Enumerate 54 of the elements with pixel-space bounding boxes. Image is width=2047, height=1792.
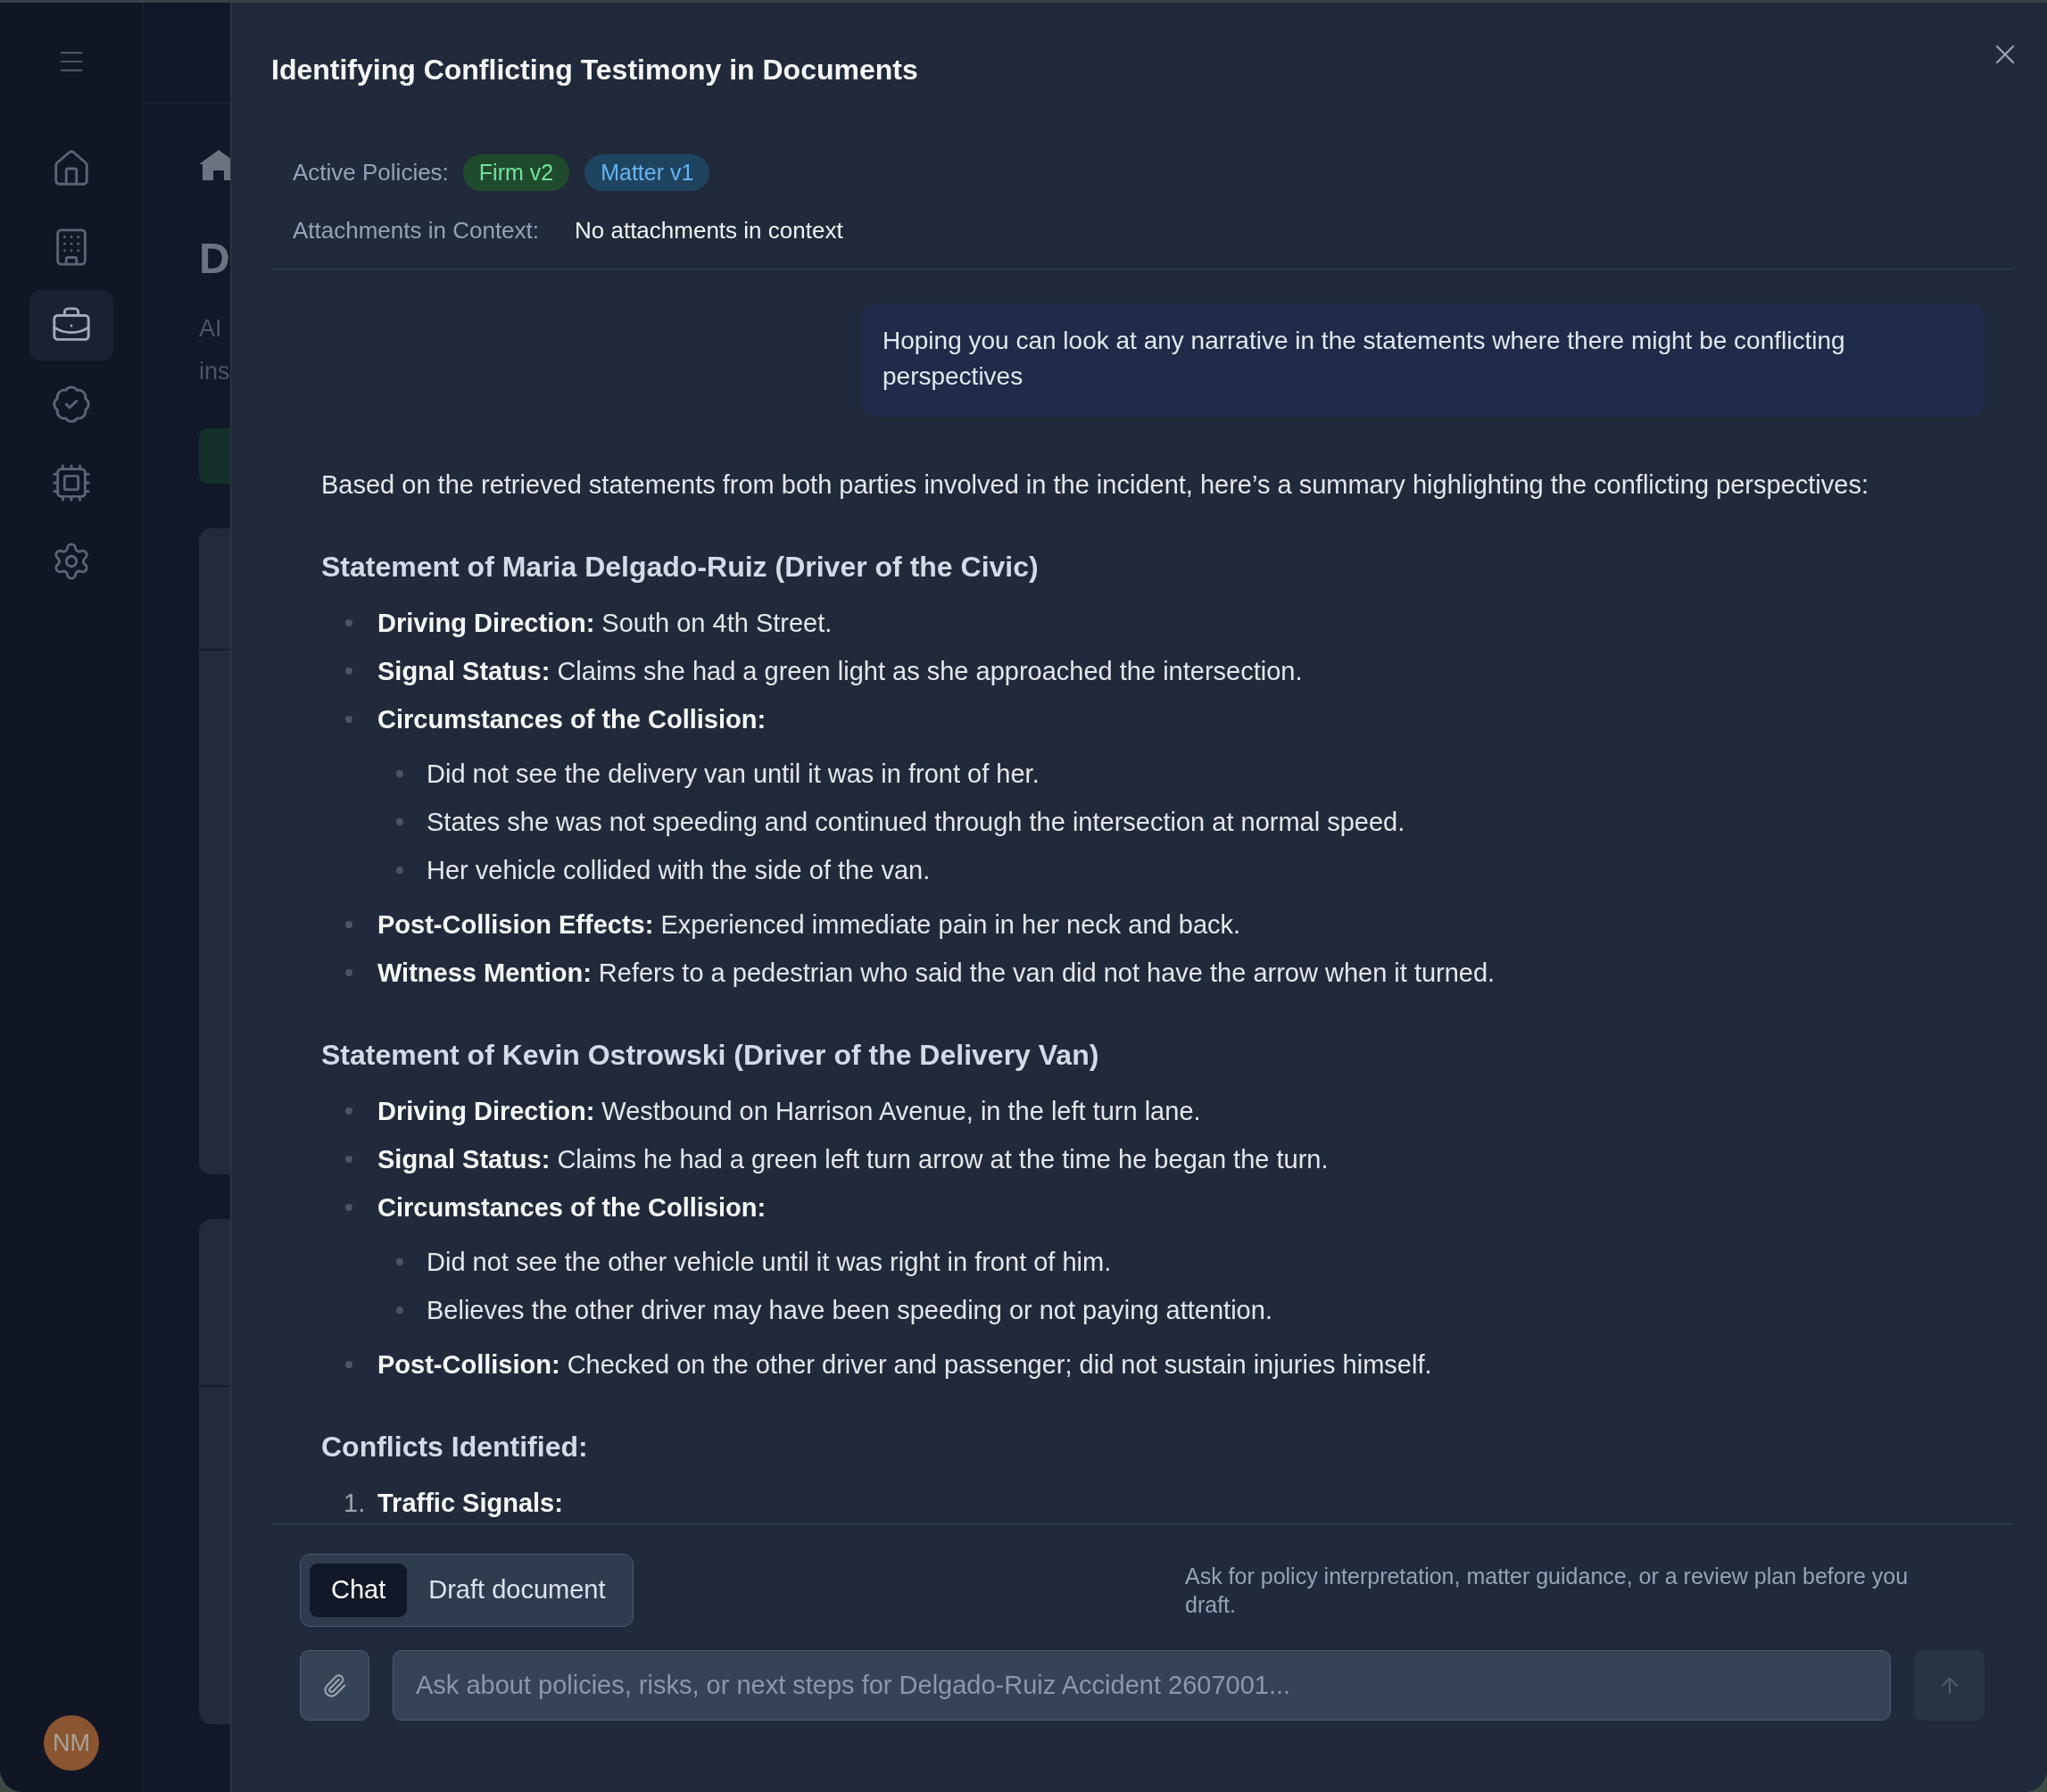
bullet-icon xyxy=(345,1156,352,1163)
list-item-text: Did not see the other vehicle until it was right in front of him. xyxy=(427,1247,1112,1278)
bullet-icon xyxy=(345,716,352,723)
list-item-text: Circumstances of the Collision: xyxy=(377,704,767,735)
bullet-icon xyxy=(345,1204,352,1211)
bullet-icon xyxy=(345,619,352,626)
list-item-text: Traffic Signals: xyxy=(377,1488,563,1519)
sidebar-item[interactable] xyxy=(29,290,113,361)
bullet-icon xyxy=(345,969,352,976)
bullet-icon xyxy=(345,1108,352,1115)
attachments-label: Attachments in Context: xyxy=(293,215,541,245)
bullet-icon xyxy=(396,1307,403,1314)
list-number: 1. xyxy=(344,1488,365,1519)
page-subtitle: AI xyxy=(199,314,222,344)
attach-button[interactable] xyxy=(300,1650,369,1721)
bullet-icon xyxy=(345,921,352,928)
policy-tag: Matter v1 xyxy=(584,154,710,191)
list-item-text: Driving Direction: South on 4th Street. xyxy=(377,608,833,639)
list-item-text: Driving Direction: Westbound on Harrison Avenue, in the left turn lane. xyxy=(377,1096,1201,1127)
response-heading: Statement of Maria Delgado-Ruiz (Driver of the Civic) xyxy=(321,550,1039,585)
list-item-text: Post-Collision: Checked on the other driver and passenger; did not sustain injuries himself. xyxy=(377,1349,1432,1381)
list-item-text: Post-Collision Effects: Experienced immediate pain in her neck and back. xyxy=(377,909,1241,941)
attachments-value: No attachments in context xyxy=(575,215,843,245)
bullet-icon xyxy=(345,1361,352,1368)
bullet-icon xyxy=(396,818,403,825)
user-message: Hoping you can look at any narrative in the statements where there might be conflicting perspectives xyxy=(862,303,1985,417)
message-input[interactable]: Ask about policies, risks, or next steps for Delgado-Ruiz Accident 2607001... xyxy=(393,1650,1891,1721)
response-paragraph: Based on the retrieved statements from both parties involved in the incident, here’s a summary highlighting the conflicting perspectives: xyxy=(321,469,1869,501)
response-heading: Conflicts Identified: xyxy=(321,1430,588,1464)
list-item-text: Believes the other driver may have been speeding or not paying attention. xyxy=(427,1295,1272,1326)
list-item-text: States she was not speeding and continued through the intersection at normal speed. xyxy=(427,807,1405,838)
mode-tab[interactable]: Draft document xyxy=(410,1564,624,1617)
page-title: D xyxy=(199,234,230,284)
list-item-text: Witness Mention: Refers to a pedestrian who said the van did not have the arrow when it turned. xyxy=(377,958,1496,989)
policies-label: Active Policies: xyxy=(293,158,449,187)
list-item-text: Circumstances of the Collision: xyxy=(377,1192,767,1224)
bullet-icon xyxy=(396,1258,403,1265)
list-item-text: Did not see the delivery van until it was in front of her. xyxy=(427,759,1040,790)
list-item-text: Her vehicle collided with the side of the van. xyxy=(427,855,931,886)
policy-tag: Firm v2 xyxy=(462,154,570,191)
badge-check-icon xyxy=(51,383,92,425)
home-icon[interactable] xyxy=(199,150,230,180)
bullet-icon xyxy=(396,867,403,874)
response-heading: Statement of Kevin Ostrowski (Driver of the Delivery Van) xyxy=(321,1038,1099,1073)
bullet-icon xyxy=(345,668,352,675)
composer-hint: Ask for policy interpretation, matter guidance, or a review plan before you draft. xyxy=(1185,1563,1910,1619)
mode-tab[interactable]: Chat xyxy=(310,1564,408,1617)
page-subtitle: ins xyxy=(199,357,230,386)
dialog-title: Identifying Conflicting Testimony in Documents xyxy=(271,53,918,87)
chip-icon xyxy=(51,461,92,503)
list-item-text: Signal Status: Claims she had a green light as she approached the intersection. xyxy=(377,656,1303,687)
bullet-icon xyxy=(396,770,403,777)
list-item-text: Signal Status: Claims he had a green left turn arrow at the time he began the turn. xyxy=(377,1144,1329,1175)
paperclip-icon xyxy=(322,1672,347,1698)
